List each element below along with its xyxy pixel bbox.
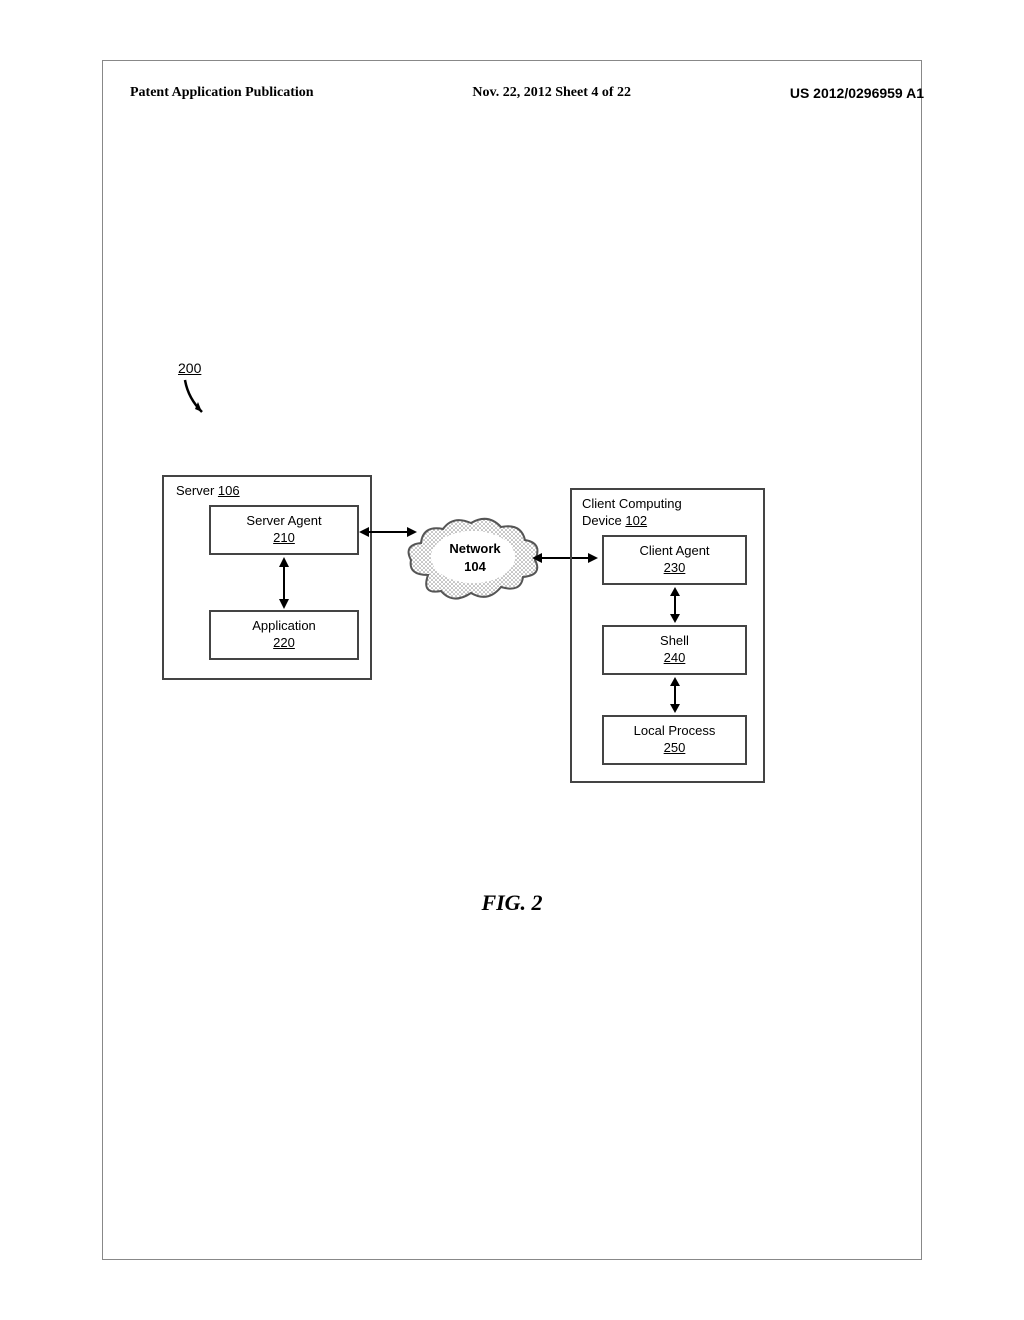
ref-label-200: 200 <box>178 360 201 376</box>
client-title-num: 102 <box>625 513 647 528</box>
figure-label: FIG. 2 <box>0 890 1024 916</box>
server-agent-box: Server Agent 210 <box>209 505 359 555</box>
server-title: Server 106 <box>176 483 240 498</box>
client-agent-num: 230 <box>604 560 745 575</box>
shell-label: Shell <box>660 633 689 648</box>
date-sheet: Nov. 22, 2012 Sheet 4 of 22 <box>472 85 631 101</box>
server-box: Server 106 Server Agent 210 Application … <box>162 475 372 680</box>
server-agent-label: Server Agent <box>246 513 321 528</box>
arrow-server-cloud-icon <box>359 526 417 538</box>
local-process-label: Local Process <box>634 723 716 738</box>
network-text: Network <box>445 540 505 558</box>
application-num: 220 <box>211 635 357 650</box>
server-title-num: 106 <box>218 483 240 498</box>
client-title-line2: Device <box>582 513 622 528</box>
diagram-200: 200 Server 106 Server Agent 210 Applicat… <box>150 360 800 810</box>
local-process-box: Local Process 250 <box>602 715 747 765</box>
network-label: Network 104 <box>445 540 505 576</box>
publication-number: US 2012/0296959 A1 <box>790 85 924 101</box>
client-agent-box: Client Agent 230 <box>602 535 747 585</box>
client-title: Client Computing Device 102 <box>582 496 682 530</box>
shell-box: Shell 240 <box>602 625 747 675</box>
page-header: Patent Application Publication Nov. 22, … <box>130 85 924 101</box>
local-process-num: 250 <box>604 740 745 755</box>
shell-num: 240 <box>604 650 745 665</box>
client-title-line1: Client Computing <box>582 496 682 511</box>
arrow-shell-process-icon <box>667 677 683 713</box>
ref-arrow-icon <box>180 378 210 418</box>
arrow-clientagent-shell-icon <box>667 587 683 623</box>
arrow-server-internal-icon <box>276 557 292 609</box>
application-box: Application 220 <box>209 610 359 660</box>
publication-label: Patent Application Publication <box>130 85 314 101</box>
network-num: 104 <box>445 558 505 576</box>
server-agent-num: 210 <box>211 530 357 545</box>
client-agent-label: Client Agent <box>639 543 709 558</box>
client-box: Client Computing Device 102 Client Agent… <box>570 488 765 783</box>
application-label: Application <box>252 618 316 633</box>
server-title-text: Server <box>176 483 214 498</box>
